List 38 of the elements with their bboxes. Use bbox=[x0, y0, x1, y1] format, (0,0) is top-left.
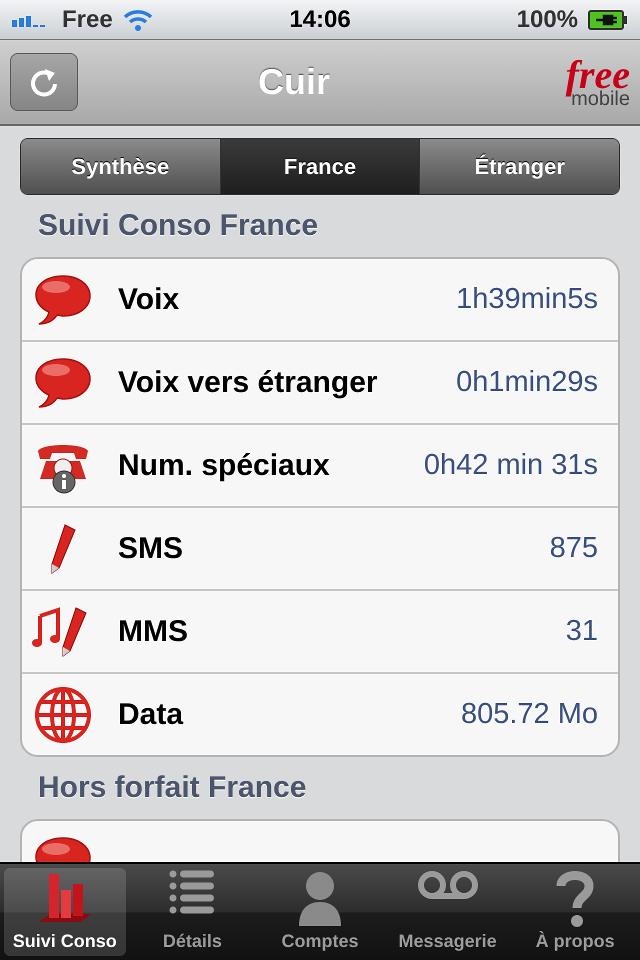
voicemail-icon bbox=[416, 870, 479, 900]
speech-bubble-icon bbox=[34, 274, 92, 326]
section-title: Hors forfait France bbox=[38, 771, 308, 805]
speech-bubble-icon bbox=[34, 356, 92, 408]
tab-bar-item[interactable]: Suivi Conso bbox=[4, 868, 126, 956]
segment-tab[interactable]: France bbox=[220, 139, 420, 194]
refresh-icon bbox=[29, 67, 59, 97]
row-label: Num. spéciaux bbox=[118, 448, 331, 482]
tab-bar-item[interactable]: Détails bbox=[132, 868, 254, 956]
wifi-icon bbox=[122, 8, 153, 30]
row-value: 805.72 Mo bbox=[460, 698, 598, 731]
row-label: Voix vers étranger bbox=[118, 366, 379, 400]
refresh-button[interactable] bbox=[10, 53, 78, 111]
row-label: Voix bbox=[118, 282, 180, 316]
tab-bar-item[interactable]: À propos bbox=[514, 868, 636, 956]
section-title: Suivi Conso France bbox=[38, 209, 320, 243]
row-value: 0h1min29s bbox=[456, 366, 598, 399]
segment-tab[interactable]: Synthèse bbox=[21, 139, 220, 194]
person-icon bbox=[296, 870, 343, 928]
row-label: MMS bbox=[118, 614, 189, 648]
screen-title: Cuir bbox=[257, 61, 331, 103]
help-icon bbox=[555, 870, 596, 928]
row-value: 875 bbox=[550, 532, 598, 565]
row-value: 0h42 min 31s bbox=[424, 449, 598, 482]
row-value: 1h39min5s bbox=[456, 283, 598, 316]
tab-bar-item[interactable]: Messagerie bbox=[386, 868, 508, 956]
segment-tab[interactable]: Étranger bbox=[419, 139, 619, 194]
status-time: 14:06 bbox=[289, 6, 351, 34]
tab-bar-item[interactable]: Comptes bbox=[259, 868, 381, 956]
row-label: SMS bbox=[118, 532, 184, 566]
logo: free mobile bbox=[564, 52, 630, 112]
carrier-name: Free bbox=[62, 6, 113, 34]
row-value: 31 bbox=[566, 615, 598, 648]
battery-charging-icon bbox=[588, 10, 628, 30]
battery-percent: 100% bbox=[516, 6, 578, 34]
row-label: Data bbox=[118, 698, 184, 732]
globe-icon bbox=[34, 686, 92, 744]
list-icon bbox=[169, 870, 216, 916]
